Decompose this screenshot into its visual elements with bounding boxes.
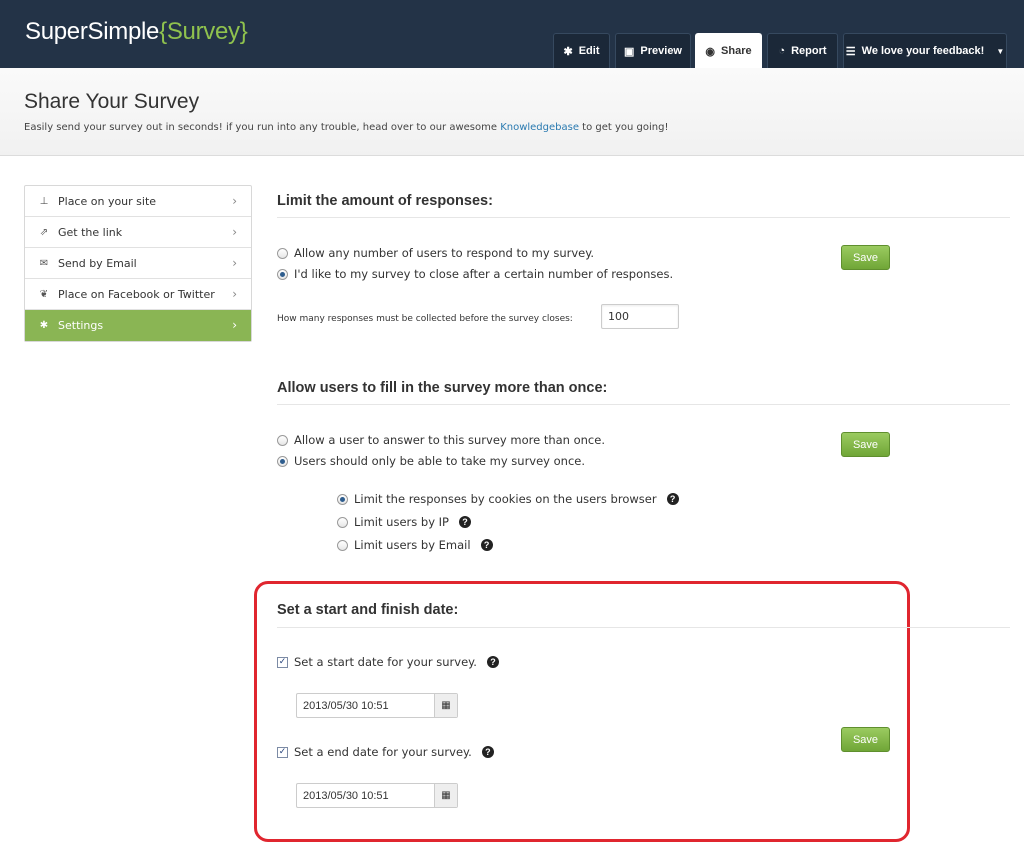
radio-any-number[interactable] bbox=[277, 247, 288, 259]
external-link-icon: ⇗ bbox=[39, 226, 49, 238]
divider bbox=[277, 627, 1010, 628]
divider bbox=[277, 404, 1010, 405]
option-any-number[interactable]: Allow any number of users to respond to … bbox=[277, 246, 594, 260]
sidebar-item-settings[interactable]: ✱ Settings › bbox=[25, 310, 251, 341]
chevron-right-icon: › bbox=[232, 194, 237, 208]
page-header: Share Your Survey Easily send your surve… bbox=[0, 68, 1024, 156]
end-date-input[interactable]: 2013/05/30 10:51 bbox=[297, 784, 434, 807]
tab-preview[interactable]: ▣ Preview bbox=[615, 33, 691, 68]
sidebar-item-send-email[interactable]: ✉ Send by Email › bbox=[25, 248, 251, 279]
chevron-right-icon: › bbox=[232, 318, 237, 332]
globe-icon: ◉ bbox=[705, 45, 716, 58]
option-close-after[interactable]: I'd like to my survey to close after a c… bbox=[277, 267, 673, 281]
save-limit-button[interactable]: Save bbox=[841, 245, 890, 270]
brand-logo[interactable]: SuperSimple{Survey} bbox=[25, 18, 248, 46]
sidebar-item-place-on-site[interactable]: ⊥ Place on your site › bbox=[25, 186, 251, 217]
list-icon: ☰ bbox=[845, 45, 856, 58]
radio-limit-cookies[interactable] bbox=[337, 493, 348, 505]
option-limit-cookies[interactable]: Limit the responses by cookies on the us… bbox=[337, 492, 679, 506]
gear-icon: ✱ bbox=[39, 320, 49, 331]
checkbox-end-date[interactable]: ✓ bbox=[277, 746, 288, 758]
radio-close-after[interactable] bbox=[277, 268, 288, 280]
response-count-input[interactable]: 100 bbox=[601, 304, 679, 329]
option-allow-multiple[interactable]: Allow a user to answer to this survey mo… bbox=[277, 433, 605, 447]
dates-section-title: Set a start and finish date: bbox=[277, 602, 459, 618]
chevron-right-icon: › bbox=[232, 256, 237, 270]
divider bbox=[277, 217, 1010, 218]
sitemap-icon: ⊥ bbox=[39, 195, 49, 207]
save-dates-button[interactable]: Save bbox=[841, 727, 890, 752]
dashboard-icon: ◔ bbox=[778, 45, 786, 57]
sidebar-item-get-link[interactable]: ⇗ Get the link › bbox=[25, 217, 251, 248]
calendar-icon[interactable]: ▦ bbox=[434, 694, 457, 717]
limit-section-title: Limit the amount of responses: bbox=[277, 193, 493, 209]
twitter-icon: ❦ bbox=[39, 288, 49, 300]
sidebar-item-facebook-twitter[interactable]: ❦ Place on Facebook or Twitter › bbox=[25, 279, 251, 310]
tab-edit[interactable]: ✱ Edit bbox=[553, 33, 610, 68]
radio-allow-multiple[interactable] bbox=[277, 434, 288, 446]
caret-down-icon: ▼ bbox=[996, 46, 1005, 56]
radio-limit-ip[interactable] bbox=[337, 516, 348, 528]
help-icon[interactable]: ? bbox=[458, 516, 471, 528]
help-icon[interactable]: ? bbox=[481, 746, 494, 758]
top-bar: SuperSimple{Survey} ✱ Edit ▣ Preview ◉ Shar… bbox=[0, 0, 1024, 68]
option-limit-email[interactable]: Limit users by Email? bbox=[337, 538, 493, 552]
page-description: Easily send your survey out in seconds! … bbox=[24, 122, 669, 133]
multi-section-title: Allow users to fill in the survey more t… bbox=[277, 380, 608, 396]
start-date-field[interactable]: 2013/05/30 10:51 ▦ bbox=[296, 693, 458, 718]
radio-limit-email[interactable] bbox=[337, 539, 348, 551]
share-sidebar: ⊥ Place on your site › ⇗ Get the link › ✉ Sen… bbox=[24, 185, 252, 342]
feedback-dropdown[interactable]: ☰ We love your feedback! ▼ bbox=[843, 33, 1007, 68]
tab-report[interactable]: ◔ Report bbox=[767, 33, 838, 68]
help-icon[interactable]: ? bbox=[486, 656, 499, 668]
radio-only-once[interactable] bbox=[277, 455, 288, 467]
option-start-date[interactable]: ✓ Set a start date for your survey.? bbox=[277, 655, 499, 669]
chevron-right-icon: › bbox=[232, 287, 237, 301]
option-only-once[interactable]: Users should only be able to take my sur… bbox=[277, 454, 585, 468]
page-title: Share Your Survey bbox=[24, 90, 200, 113]
response-count-label: How many responses must be collected bef… bbox=[277, 314, 573, 324]
option-limit-ip[interactable]: Limit users by IP? bbox=[337, 515, 471, 529]
help-icon[interactable]: ? bbox=[480, 539, 493, 551]
calendar-icon[interactable]: ▦ bbox=[434, 784, 457, 807]
gear-icon: ✱ bbox=[563, 45, 573, 58]
chevron-right-icon: › bbox=[232, 225, 237, 239]
checkbox-start-date[interactable]: ✓ bbox=[277, 656, 288, 668]
tab-share[interactable]: ◉ Share bbox=[695, 33, 762, 68]
film-icon: ▣ bbox=[624, 45, 635, 58]
envelope-icon: ✉ bbox=[39, 257, 49, 269]
option-end-date[interactable]: ✓ Set a end date for your survey.? bbox=[277, 745, 494, 759]
help-icon[interactable]: ? bbox=[666, 493, 679, 505]
knowledgebase-link[interactable]: Knowledgebase bbox=[500, 122, 579, 133]
save-multi-button[interactable]: Save bbox=[841, 432, 890, 457]
start-date-input[interactable]: 2013/05/30 10:51 bbox=[297, 694, 434, 717]
end-date-field[interactable]: 2013/05/30 10:51 ▦ bbox=[296, 783, 458, 808]
